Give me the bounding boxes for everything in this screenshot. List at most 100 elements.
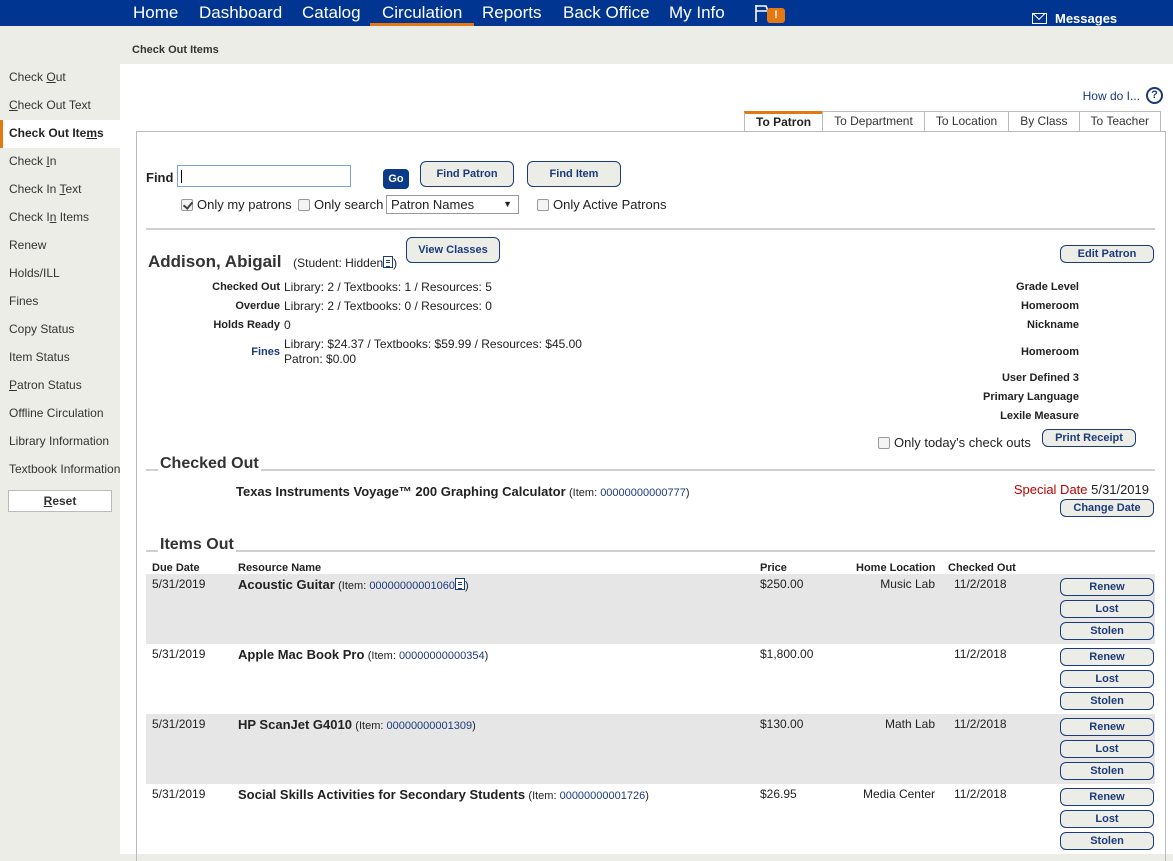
price: $1,800.00 <box>760 647 814 661</box>
find-input[interactable] <box>177 165 351 187</box>
tab-by-class[interactable]: By Class <box>1008 111 1080 131</box>
sidebar-item-check-in[interactable]: Check In <box>0 148 120 176</box>
view-classes-button[interactable]: View Classes <box>406 237 500 263</box>
fines-link[interactable]: Fines <box>167 346 280 358</box>
sidebar-item-item-status[interactable]: Item Status <box>0 344 120 372</box>
nav-my-info[interactable]: My Info <box>667 0 727 26</box>
lost-button[interactable]: Lost <box>1060 670 1154 688</box>
col-resource-name: Resource Name <box>238 562 322 574</box>
table-row: 5/31/2019 Acoustic Guitar (Item: 00000000… <box>146 574 1155 644</box>
checkout-tabs: To Patron To Department To Location By C… <box>744 111 1162 131</box>
dropdown-arrow-icon: ▼ <box>503 199 512 209</box>
home-location: Math Lab <box>884 717 935 731</box>
change-date-button[interactable]: Change Date <box>1060 499 1154 517</box>
nav-catalog[interactable]: Catalog <box>300 0 363 26</box>
item-barcode-link[interactable]: 00000000001309 <box>386 720 472 732</box>
tab-to-teacher[interactable]: To Teacher <box>1078 111 1162 131</box>
sidebar-item-renew[interactable]: Renew <box>0 232 120 260</box>
fines-value-line2: Patron: $0.00 <box>284 352 357 366</box>
edit-patron-button[interactable]: Edit Patron <box>1060 245 1154 263</box>
help-icon: ? <box>1146 87 1163 104</box>
messages-link[interactable]: Messages <box>1032 11 1117 26</box>
checked-out-item-barcode[interactable]: 00000000000777 <box>600 487 686 499</box>
grade-level-label: Grade Level <box>1016 281 1079 293</box>
checked-out-item-name: Texas Instruments Voyage™ 200 Graphing C… <box>236 484 566 499</box>
patron-header: Addison, Abigail (Student: Hidden) <box>148 252 397 272</box>
only-my-patrons-option[interactable]: Only my patrons <box>181 197 292 212</box>
due-date: 5/31/2019 <box>152 577 206 591</box>
alerts-button[interactable]: ! <box>754 3 790 23</box>
stolen-button[interactable]: Stolen <box>1060 622 1154 640</box>
only-today-checkbox[interactable] <box>878 437 890 449</box>
sidebar-item-fines[interactable]: Fines <box>0 288 120 316</box>
lost-button[interactable]: Lost <box>1060 810 1154 828</box>
sidebar-item-check-out-items[interactable]: Check Out Items <box>0 120 120 148</box>
document-icon[interactable] <box>454 578 465 590</box>
renew-button[interactable]: Renew <box>1060 648 1154 666</box>
only-search-checkbox[interactable] <box>298 199 310 211</box>
sidebar-item-offline-circulation[interactable]: Offline Circulation <box>0 400 120 428</box>
checked-out-divider <box>146 469 1155 471</box>
document-icon[interactable] <box>383 256 394 268</box>
go-button[interactable]: Go <box>383 169 409 189</box>
only-today-option[interactable]: Only today's check outs <box>878 435 1031 450</box>
nav-dashboard[interactable]: Dashboard <box>197 0 284 26</box>
only-active-patrons-label: Only Active Patrons <box>553 197 667 212</box>
nav-reports[interactable]: Reports <box>480 0 544 26</box>
tab-to-location[interactable]: To Location <box>923 111 1010 131</box>
checked-out-date: 11/2/2018 <box>954 577 1007 591</box>
only-my-patrons-checkbox[interactable] <box>181 199 193 211</box>
only-active-patrons-option[interactable]: Only Active Patrons <box>537 197 666 212</box>
sidebar-item-check-in-items[interactable]: Check In Items <box>0 204 120 232</box>
col-due-date: Due Date <box>152 562 200 574</box>
item-barcode-link[interactable]: 00000000001060 <box>369 580 455 592</box>
special-date: Special Date 5/31/2019 <box>1014 482 1149 497</box>
only-today-label: Only today's check outs <box>894 435 1031 450</box>
only-active-patrons-checkbox[interactable] <box>537 199 549 211</box>
sidebar-item-copy-status[interactable]: Copy Status <box>0 316 120 344</box>
sidebar-item-check-out-text[interactable]: Check Out Text <box>0 92 120 120</box>
table-row: 5/31/2019 Social Skills Activities for Se… <box>146 784 1155 854</box>
sidebar-item-check-out[interactable]: Check Out <box>0 64 120 92</box>
fines-value-line1: Library: $24.37 / Textbooks: $59.99 / Re… <box>284 337 582 351</box>
resource-name-cell: HP ScanJet G4010 (Item: 00000000001309) <box>238 717 476 732</box>
find-patron-button[interactable]: Find Patron <box>420 161 514 187</box>
sidebar-item-library-information[interactable]: Library Information <box>0 428 120 456</box>
page-title: Check Out Items <box>132 44 219 56</box>
tab-to-patron[interactable]: To Patron <box>744 111 824 131</box>
table-row: 5/31/2019 HP ScanJet G4010 (Item: 0000000… <box>146 714 1155 784</box>
sidebar-item-check-in-text[interactable]: Check In Text <box>0 176 120 204</box>
special-date-label: Special Date <box>1013 482 1088 497</box>
lost-button[interactable]: Lost <box>1060 740 1154 758</box>
resource-name-cell: Social Skills Activities for Secondary S… <box>238 787 649 802</box>
nickname-label: Nickname <box>1027 319 1079 331</box>
item-barcode-link[interactable]: 00000000000354 <box>399 650 485 662</box>
find-item-button[interactable]: Find Item <box>527 161 621 187</box>
reset-button[interactable]: Reset <box>8 490 112 512</box>
col-price: Price <box>760 562 787 574</box>
lost-button[interactable]: Lost <box>1060 600 1154 618</box>
stolen-button[interactable]: Stolen <box>1060 832 1154 850</box>
nav-circulation[interactable]: Circulation <box>370 0 475 26</box>
col-home-location: Home Location <box>856 562 936 574</box>
item-barcode-link[interactable]: 00000000001726 <box>560 790 646 802</box>
nav-home[interactable]: Home <box>131 0 180 26</box>
sidebar-item-holds-ill[interactable]: Holds/ILL <box>0 260 120 288</box>
only-search-option[interactable]: Only search <box>298 197 383 212</box>
how-do-i-link[interactable]: How do I... ? <box>1083 87 1163 104</box>
stolen-button[interactable]: Stolen <box>1060 692 1154 710</box>
stolen-button[interactable]: Stolen <box>1060 762 1154 780</box>
renew-button[interactable]: Renew <box>1060 718 1154 736</box>
sidebar-item-patron-status[interactable]: Patron Status <box>0 372 120 400</box>
homeroom-label-2: Homeroom <box>1020 346 1079 358</box>
sidebar-item-textbook-information[interactable]: Textbook Information <box>0 456 120 484</box>
tab-to-department[interactable]: To Department <box>822 111 925 131</box>
print-receipt-button[interactable]: Print Receipt <box>1042 429 1136 447</box>
nav-back-office[interactable]: Back Office <box>561 0 652 26</box>
envelope-icon <box>1032 13 1047 24</box>
search-type-select[interactable]: Patron Names ▼ <box>386 195 519 214</box>
due-date: 5/31/2019 <box>152 717 206 731</box>
renew-button[interactable]: Renew <box>1060 788 1154 806</box>
col-checked-out: Checked Out <box>948 562 1016 574</box>
renew-button[interactable]: Renew <box>1060 578 1154 596</box>
